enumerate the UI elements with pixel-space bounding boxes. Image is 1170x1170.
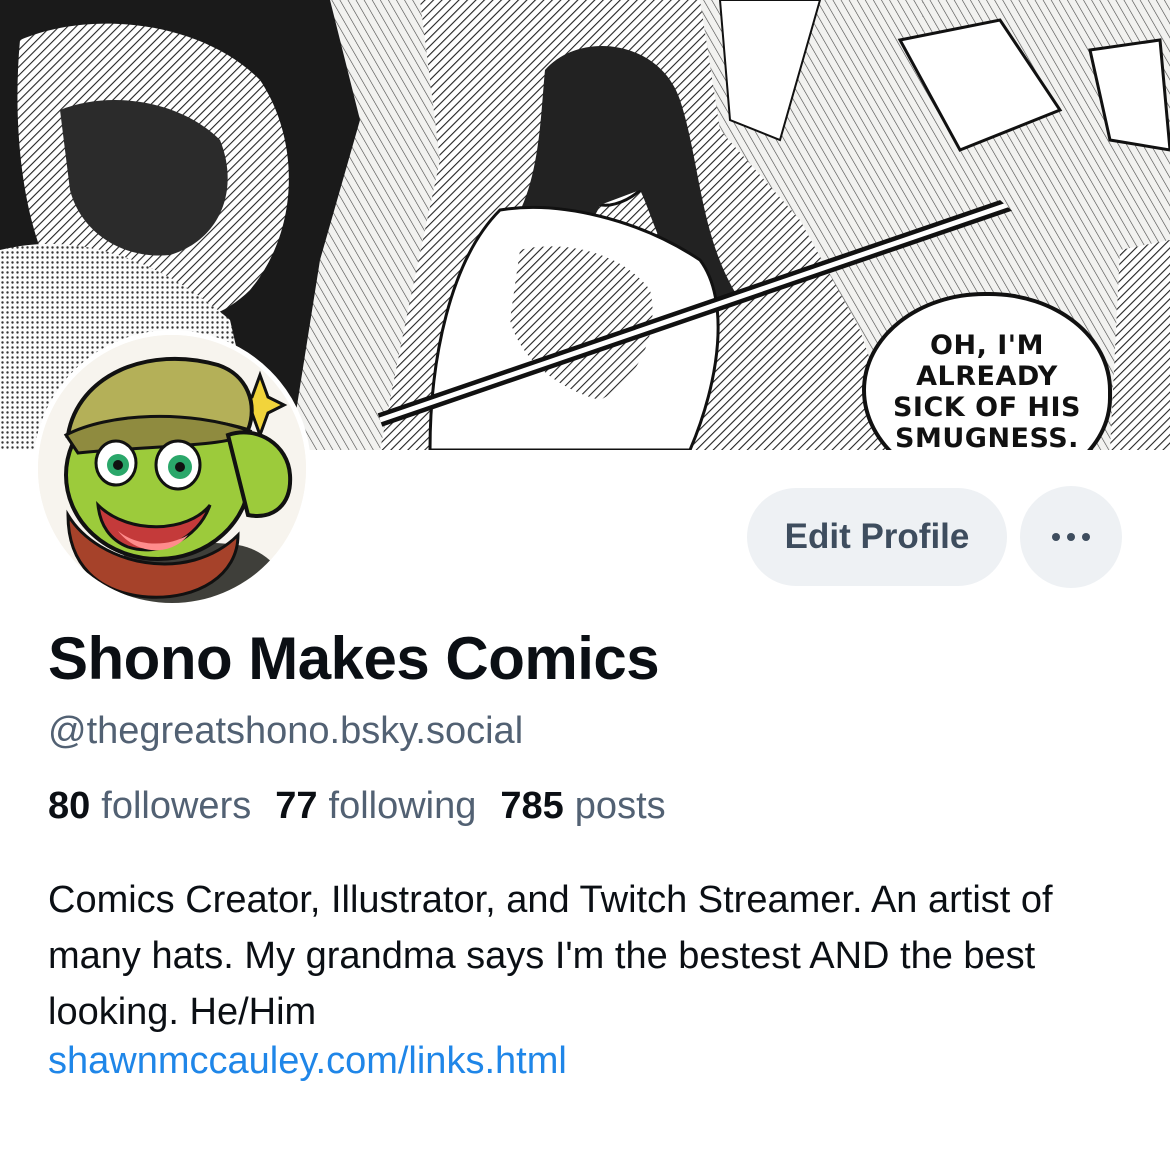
avatar-illustration: [38, 335, 306, 603]
posts-label: posts: [574, 785, 666, 827]
profile-page: OH, I'M ALREADY SICK OF HIS SMUGNESS. Ed…: [0, 0, 1170, 1170]
ellipsis-icon: [1052, 533, 1060, 541]
display-name: Shono Makes Comics: [48, 625, 660, 692]
ellipsis-icon: [1082, 533, 1090, 541]
profile-bio: Comics Creator, Illustrator, and Twitch …: [48, 879, 1053, 1033]
followers-label: followers: [101, 785, 252, 827]
following-stat[interactable]: 77 following: [275, 785, 476, 828]
profile-link[interactable]: shawnmccauley.com/links.html: [48, 1040, 567, 1083]
profile-handle: @thegreatshono.bsky.social: [48, 710, 524, 752]
posts-stat: 785 posts: [500, 785, 665, 828]
followers-count: 80: [48, 785, 91, 827]
following-count: 77: [275, 785, 318, 827]
followers-stat[interactable]: 80 followers: [48, 785, 251, 828]
speech-bubble-text: OH, I'M ALREADY SICK OF HIS SMUGNESS.: [892, 330, 1081, 450]
more-options-button[interactable]: [1020, 486, 1122, 588]
avatar[interactable]: [33, 330, 311, 608]
edit-profile-button[interactable]: Edit Profile: [747, 488, 1007, 586]
following-label: following: [328, 785, 477, 827]
posts-count: 785: [500, 785, 564, 827]
profile-stats: 80 followers 77 following 785 posts: [48, 785, 666, 828]
ellipsis-icon: [1067, 533, 1075, 541]
